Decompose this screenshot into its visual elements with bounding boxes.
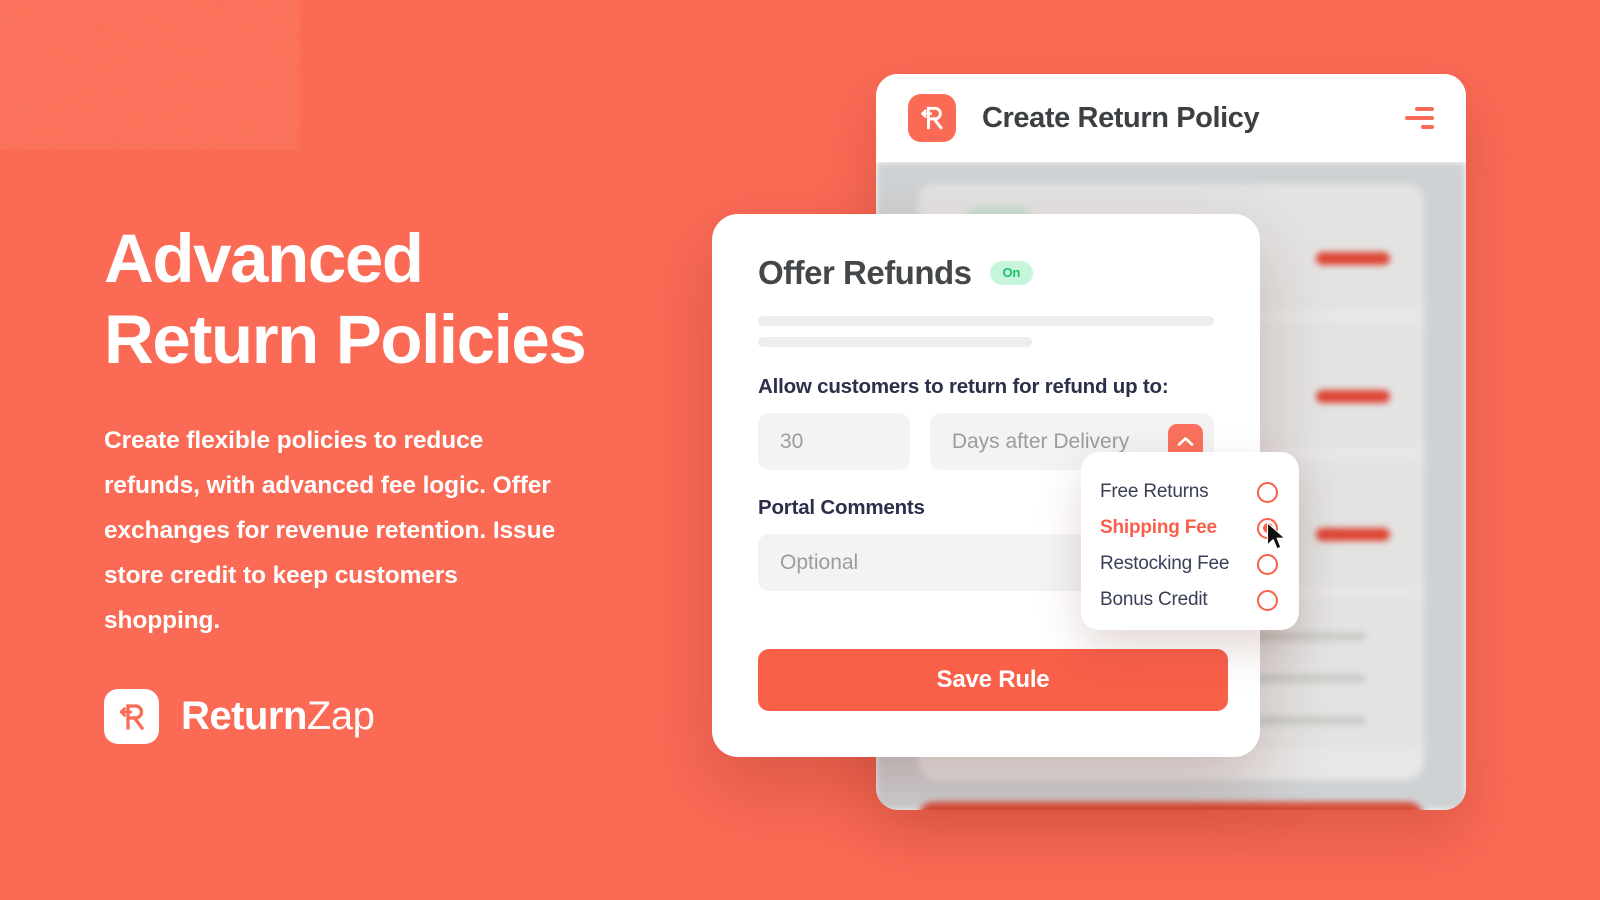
page-title: Advanced Return Policies (104, 218, 704, 380)
app-logo-tile (908, 94, 956, 142)
returnzap-logo-tile (104, 689, 159, 744)
marketing-copy-block: Advanced Return Policies Create flexible… (104, 218, 704, 744)
dropdown-option-label: Bonus Credit (1100, 589, 1208, 610)
brand-name-light: Zap (306, 694, 375, 738)
period-select-value: Days after Delivery (951, 429, 1130, 453)
fee-type-dropdown[interactable]: Free Returns Shipping Fee Restocking Fee… (1081, 452, 1299, 630)
status-badge: On (989, 261, 1034, 285)
skeleton-line (758, 316, 1214, 326)
skeleton-line (758, 337, 1032, 347)
app-title: Create Return Policy (982, 101, 1260, 134)
radio-button[interactable] (1257, 481, 1278, 503)
days-input[interactable]: 30 (758, 413, 910, 470)
app-header: Create Return Policy (876, 74, 1466, 162)
placeholder-action-pill (1316, 390, 1390, 403)
brand-name-bold: Return (181, 694, 307, 738)
marketing-subcopy: Create flexible policies to reduce refun… (104, 427, 555, 634)
save-rule-button[interactable]: Save Rule (758, 649, 1228, 711)
radio-button-selected[interactable] (1257, 517, 1278, 539)
radio-button[interactable] (1257, 553, 1278, 575)
dropdown-option-free-returns[interactable]: Free Returns (1081, 474, 1299, 510)
dropdown-option-label: Restocking Fee (1100, 553, 1230, 574)
headline-line-1: Advanced (104, 220, 424, 297)
background-grain-texture (0, 0, 300, 150)
placeholder-action-pill (1316, 252, 1390, 265)
returnzap-r-arrow-icon (119, 703, 144, 730)
modal-header: Offer Refunds On (758, 254, 1214, 292)
placeholder-primary-button (918, 802, 1424, 810)
radio-button[interactable] (1257, 589, 1278, 611)
dropdown-option-label: Free Returns (1100, 481, 1209, 502)
modal-title: Offer Refunds (758, 254, 972, 291)
placeholder-action-pill (1316, 528, 1390, 541)
brand-logo: Return Zap (104, 689, 704, 744)
dropdown-option-bonus-credit[interactable]: Bonus Credit (1081, 582, 1299, 618)
hamburger-menu-icon[interactable] (1404, 107, 1434, 129)
returnzap-r-arrow-icon (921, 106, 943, 130)
refund-window-label: Allow customers to return for refund up … (758, 375, 1169, 398)
brand-wordmark: Return Zap (181, 694, 375, 739)
product-mockup: Create Return Policy Offer Refunds On Al… (712, 74, 1466, 814)
headline-line-2: Return Policies (104, 301, 587, 378)
dropdown-option-label: Shipping Fee (1100, 517, 1217, 538)
dropdown-option-restocking-fee[interactable]: Restocking Fee (1081, 546, 1299, 582)
dropdown-option-shipping-fee[interactable]: Shipping Fee (1081, 510, 1299, 546)
